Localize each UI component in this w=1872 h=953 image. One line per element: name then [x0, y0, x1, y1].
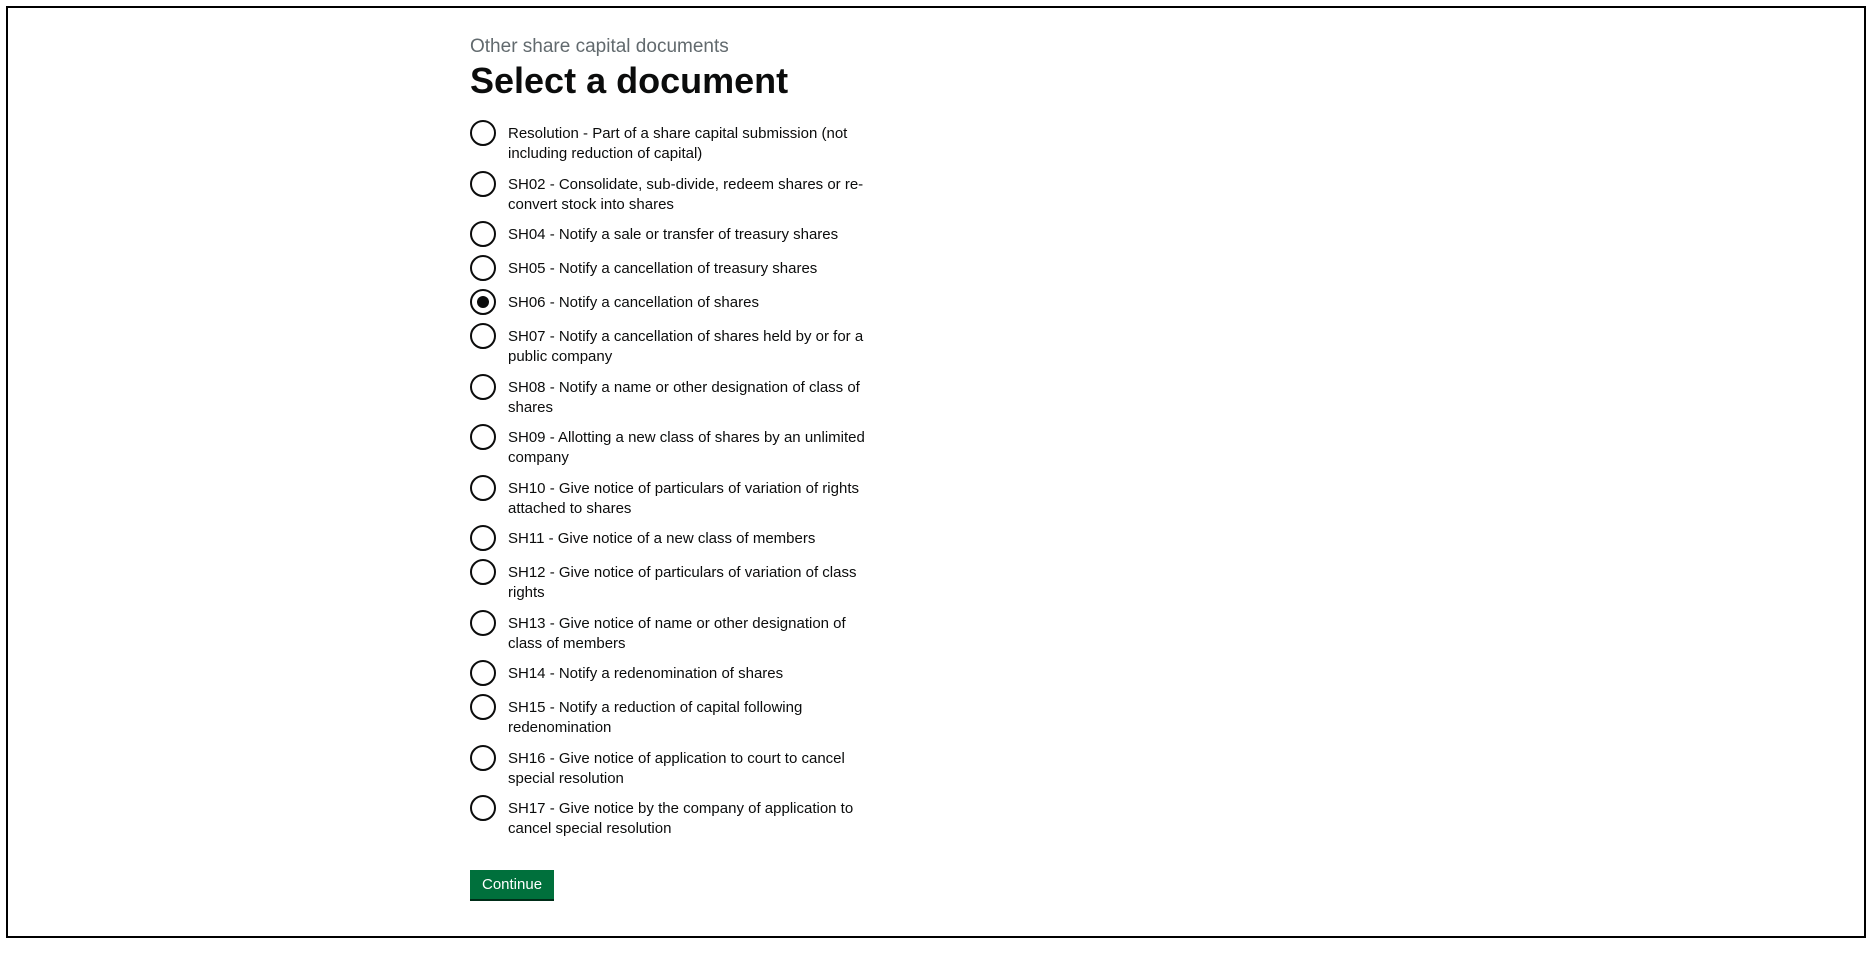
radio-input[interactable]: [470, 374, 496, 400]
radio-label: SH15 - Notify a reduction of capital fol…: [508, 694, 868, 739]
radio-input[interactable]: [470, 323, 496, 349]
radio-input[interactable]: [470, 660, 496, 686]
radio-label: SH12 - Give notice of particulars of var…: [508, 559, 868, 604]
radio-input[interactable]: [470, 795, 496, 821]
page-caption: Other share capital documents: [470, 36, 1130, 58]
radio-item[interactable]: SH05 - Notify a cancellation of treasury…: [470, 255, 1130, 283]
radio-item[interactable]: SH06 - Notify a cancellation of shares: [470, 289, 1130, 317]
continue-button[interactable]: Continue: [470, 870, 554, 899]
form-content: Other share capital documents Select a d…: [470, 36, 1130, 899]
radio-item[interactable]: SH04 - Notify a sale or transfer of trea…: [470, 221, 1130, 249]
radio-input[interactable]: [470, 525, 496, 551]
radio-label: Resolution - Part of a share capital sub…: [508, 120, 868, 165]
radio-item[interactable]: SH08 - Notify a name or other designatio…: [470, 374, 1130, 419]
radio-label: SH17 - Give notice by the company of app…: [508, 795, 868, 840]
radio-input[interactable]: [470, 255, 496, 281]
radio-input[interactable]: [470, 559, 496, 585]
radio-item[interactable]: SH15 - Notify a reduction of capital fol…: [470, 694, 1130, 739]
radio-input[interactable]: [470, 694, 496, 720]
radio-input[interactable]: [470, 745, 496, 771]
radio-item[interactable]: SH16 - Give notice of application to cou…: [470, 745, 1130, 790]
radio-input[interactable]: [470, 120, 496, 146]
page-frame: Other share capital documents Select a d…: [6, 6, 1866, 938]
radio-item[interactable]: SH07 - Notify a cancellation of shares h…: [470, 323, 1130, 368]
radio-input[interactable]: [470, 424, 496, 450]
radio-label: SH07 - Notify a cancellation of shares h…: [508, 323, 868, 368]
radio-label: SH06 - Notify a cancellation of shares: [508, 289, 759, 313]
radio-group: Resolution - Part of a share capital sub…: [470, 120, 1130, 840]
radio-label: SH13 - Give notice of name or other desi…: [508, 610, 868, 655]
radio-item[interactable]: SH17 - Give notice by the company of app…: [470, 795, 1130, 840]
radio-item[interactable]: Resolution - Part of a share capital sub…: [470, 120, 1130, 165]
radio-label: SH10 - Give notice of particulars of var…: [508, 475, 868, 520]
radio-item[interactable]: SH02 - Consolidate, sub-divide, redeem s…: [470, 171, 1130, 216]
radio-item[interactable]: SH10 - Give notice of particulars of var…: [470, 475, 1130, 520]
page-heading: Select a document: [470, 60, 1130, 102]
radio-item[interactable]: SH12 - Give notice of particulars of var…: [470, 559, 1130, 604]
radio-item[interactable]: SH13 - Give notice of name or other desi…: [470, 610, 1130, 655]
radio-label: SH02 - Consolidate, sub-divide, redeem s…: [508, 171, 868, 216]
radio-item[interactable]: SH11 - Give notice of a new class of mem…: [470, 525, 1130, 553]
radio-input[interactable]: [470, 171, 496, 197]
radio-label: SH04 - Notify a sale or transfer of trea…: [508, 221, 838, 245]
radio-label: SH08 - Notify a name or other designatio…: [508, 374, 868, 419]
radio-label: SH09 - Allotting a new class of shares b…: [508, 424, 868, 469]
radio-input[interactable]: [470, 610, 496, 636]
radio-input[interactable]: [470, 221, 496, 247]
radio-label: SH16 - Give notice of application to cou…: [508, 745, 868, 790]
radio-item[interactable]: SH09 - Allotting a new class of shares b…: [470, 424, 1130, 469]
radio-label: SH05 - Notify a cancellation of treasury…: [508, 255, 817, 279]
radio-item[interactable]: SH14 - Notify a redenomination of shares: [470, 660, 1130, 688]
radio-label: SH14 - Notify a redenomination of shares: [508, 660, 783, 684]
radio-input[interactable]: [470, 289, 496, 315]
radio-label: SH11 - Give notice of a new class of mem…: [508, 525, 815, 549]
radio-input[interactable]: [470, 475, 496, 501]
